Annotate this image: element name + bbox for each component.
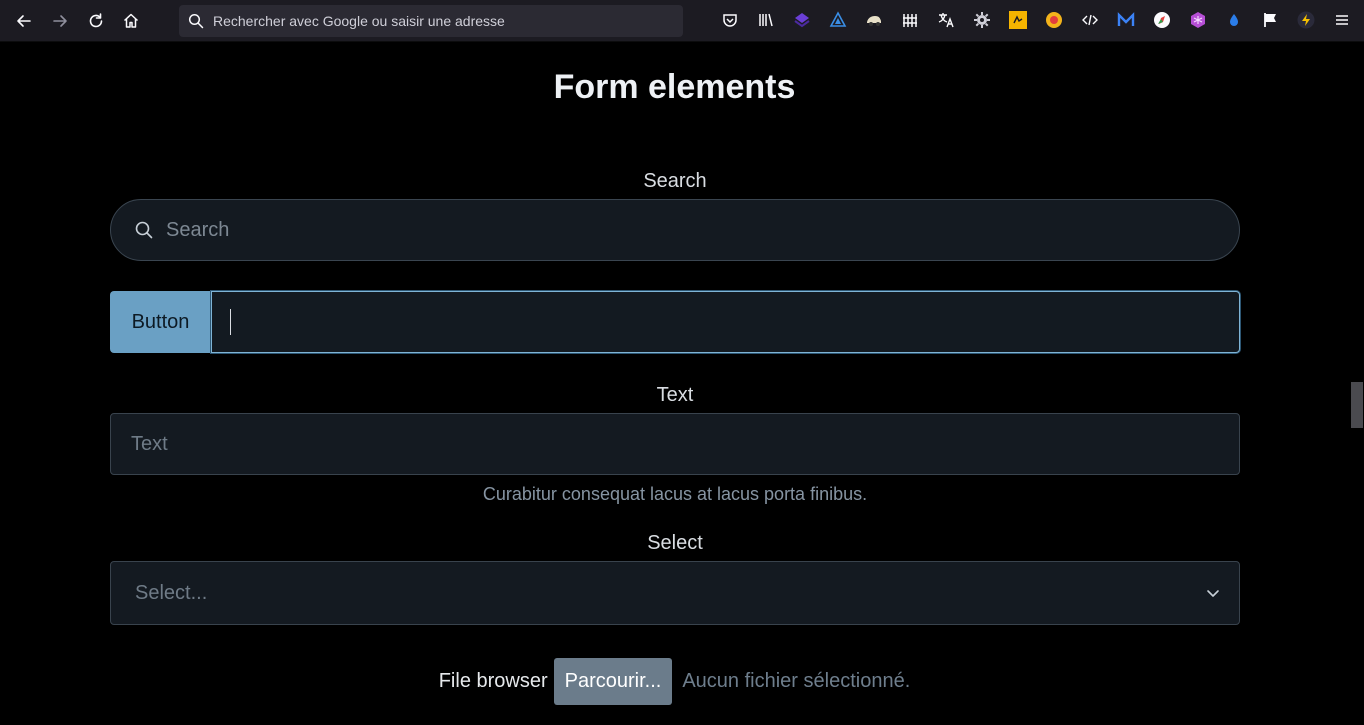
file-label: File browser: [438, 670, 548, 692]
menu-icon[interactable]: [1333, 11, 1351, 29]
search-icon: [188, 13, 204, 29]
text-input[interactable]: [131, 432, 1211, 456]
flag-icon[interactable]: [1261, 11, 1279, 29]
select-dropdown[interactable]: Select...: [110, 561, 1240, 625]
triangle-icon[interactable]: [829, 11, 847, 29]
chevron-down-icon: [1207, 590, 1219, 597]
select-value: Select...: [135, 581, 208, 604]
back-arrow-icon: [17, 15, 31, 27]
library-icon[interactable]: [757, 11, 775, 29]
m-icon[interactable]: [1117, 11, 1135, 29]
address-input[interactable]: [213, 13, 673, 29]
reload-icon: [89, 13, 103, 28]
button-input-group: Button: [110, 291, 1240, 353]
text-label: Text: [656, 384, 694, 406]
search-icon: [135, 221, 153, 239]
color-wheel-icon[interactable]: [1045, 11, 1063, 29]
translate-icon[interactable]: [937, 11, 955, 29]
pocket-icon[interactable]: [721, 11, 739, 29]
gear-icon[interactable]: [973, 11, 991, 29]
group-button[interactable]: Button: [110, 291, 211, 353]
search-label: Search: [643, 170, 707, 192]
fence-icon[interactable]: [901, 11, 919, 29]
home-button[interactable]: [119, 9, 143, 33]
bolt-icon[interactable]: [1297, 11, 1315, 29]
compass-icon[interactable]: [1153, 11, 1171, 29]
text-help: Curabitur consequat lacus at lacus porta…: [482, 484, 868, 504]
address-bar[interactable]: [179, 5, 683, 37]
search-field[interactable]: [110, 199, 1240, 261]
file-browser: File browser Parcourir... Aucun fichier …: [0, 658, 1349, 705]
car-icon[interactable]: [865, 11, 883, 29]
cube-icon[interactable]: [1189, 11, 1207, 29]
text-field[interactable]: [110, 413, 1240, 475]
group-text-input[interactable]: [211, 291, 1240, 353]
code-icon[interactable]: [1081, 11, 1099, 29]
forward-button[interactable]: [48, 9, 72, 33]
browser-toolbar: [0, 0, 1364, 42]
back-button[interactable]: [12, 9, 36, 33]
forward-arrow-icon: [53, 15, 67, 27]
search-input[interactable]: [166, 218, 1166, 242]
reload-button[interactable]: [84, 9, 108, 33]
text-cursor: [230, 309, 231, 335]
file-status: Aucun fichier sélectionné.: [682, 670, 911, 692]
purple-stack-icon[interactable]: [793, 11, 811, 29]
page-title: Form elements: [553, 68, 796, 106]
scrollbar-thumb[interactable]: [1351, 382, 1363, 428]
home-icon: [123, 13, 139, 28]
select-label: Select: [647, 532, 703, 554]
browse-button[interactable]: Parcourir...: [553, 658, 673, 705]
folder-icon[interactable]: [1009, 11, 1027, 29]
drop-icon[interactable]: [1225, 11, 1243, 29]
